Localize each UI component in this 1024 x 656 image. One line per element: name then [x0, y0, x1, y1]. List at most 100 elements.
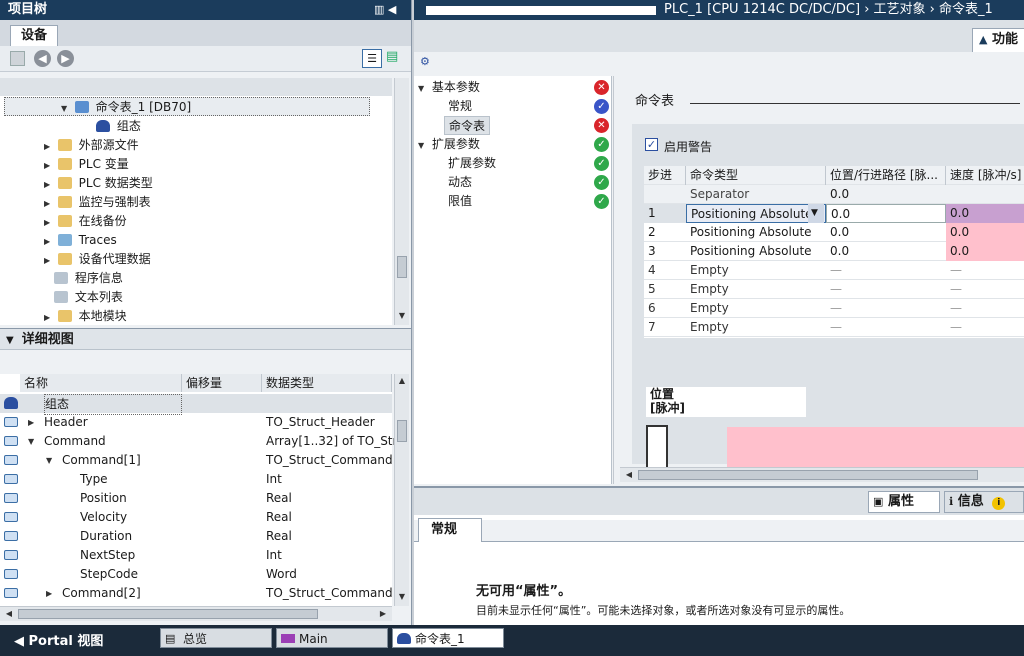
cell-velocity[interactable]: 0.0 [946, 242, 1024, 261]
scroll-up-icon[interactable]: ▲ [395, 374, 409, 388]
cell-position[interactable]: — [826, 318, 946, 337]
portal-view-button[interactable]: ◀ Portal 视图 [14, 630, 103, 649]
cell-type[interactable]: Positioning Absolute [686, 223, 826, 242]
table-row[interactable]: Type Int [0, 470, 392, 489]
detail-scrollbar[interactable]: ▲ ▼ [394, 374, 409, 606]
expand-icon[interactable]: ▶ [44, 137, 54, 156]
chevron-down-icon[interactable]: ▼ [6, 335, 14, 346]
scroll-thumb[interactable] [638, 470, 978, 480]
column-position[interactable]: 位置/行进路径 [脉... [826, 166, 946, 185]
table-row[interactable]: ▶ Command[2] TO_Struct_Command [0, 584, 393, 603]
back-icon[interactable]: ◀ [34, 50, 51, 67]
table-row[interactable]: 1 Positioning Absolute ▼ 0.0 0.0 [644, 204, 1024, 223]
expand-icon[interactable]: ▶ [44, 156, 54, 175]
table-row[interactable]: Position Real [0, 489, 392, 508]
cell-type[interactable]: Positioning Absolute [686, 242, 826, 261]
tree-item-watch-tables[interactable]: ▶ 监控与强制表 [44, 193, 151, 212]
cell-type[interactable]: Empty [686, 299, 826, 318]
cell-position[interactable]: 0.0 [826, 223, 946, 242]
expand-icon[interactable]: ▶ [44, 308, 54, 327]
nav-extended-params[interactable]: ▼ 扩展参数 [418, 135, 480, 154]
tab-devices[interactable]: 设备 [10, 25, 59, 47]
cell-velocity[interactable]: — [946, 299, 1024, 318]
tab-general[interactable]: 常规 [418, 518, 482, 542]
scroll-thumb[interactable] [18, 609, 318, 619]
cell-position[interactable]: — [826, 299, 946, 318]
forward-icon[interactable]: ▶ [57, 50, 74, 67]
column-step[interactable]: 步进 [644, 166, 686, 185]
cell-position[interactable]: 0.0 [826, 242, 946, 261]
chevron-down-icon[interactable]: ▼ [808, 204, 824, 223]
nav-general[interactable]: 常规 [448, 97, 472, 116]
cell-type[interactable]: Separator [686, 185, 826, 204]
scroll-left-icon[interactable]: ◀ [2, 607, 16, 621]
tree-scrollbar[interactable]: ▼ [394, 78, 409, 325]
tree-item-text-lists[interactable]: 文本列表 [54, 288, 123, 307]
chevron-down-icon[interactable]: ▼ [418, 136, 428, 155]
view-icon[interactable]: ⚙ [420, 55, 436, 69]
nav-scrollbar[interactable] [613, 76, 628, 484]
cell-position[interactable]: 0.0 [826, 204, 946, 223]
table-row[interactable]: 6 Empty — — [644, 299, 1024, 318]
list-view-icon[interactable]: ☰ [362, 49, 382, 68]
table-row[interactable]: 5 Empty — — [644, 280, 1024, 299]
tree-item-local-modules[interactable]: ▶ 本地模块 [44, 307, 127, 326]
scroll-down-icon[interactable]: ▼ [395, 309, 409, 323]
column-datatype[interactable]: 数据类型 [262, 374, 392, 392]
column-name[interactable]: 名称 [20, 374, 182, 392]
expand-icon[interactable]: ▼ [46, 451, 56, 470]
table-row[interactable]: ▼ Command[1] TO_Struct_Command [0, 451, 393, 470]
table-row[interactable]: 2 Positioning Absolute 0.0 0.0 [644, 223, 1024, 242]
table-row[interactable]: 7 Empty — — [644, 318, 1024, 337]
table-row[interactable]: Separator 0.0 [644, 185, 1024, 204]
table-row[interactable]: 组态 [0, 394, 392, 415]
column-command-type[interactable]: 命令类型 [686, 166, 826, 185]
scroll-thumb[interactable] [397, 256, 407, 278]
cell-position[interactable]: 0.0 [826, 185, 946, 204]
nav-command-table[interactable]: 命令表 [444, 116, 491, 135]
tree-item-online-backups[interactable]: ▶ 在线备份 [44, 212, 127, 231]
cell-position[interactable]: — [826, 261, 946, 280]
tree-item-plc-datatypes[interactable]: ▶ PLC 数据类型 [44, 174, 153, 193]
tab-info[interactable]: ℹ 信息 i [944, 491, 1024, 513]
nav-limits[interactable]: 限值 [448, 192, 472, 211]
expand-icon[interactable]: ▶ [28, 413, 38, 432]
table-row[interactable]: ▼ Command Array[1..32] of TO_Str... [0, 432, 408, 451]
expand-icon[interactable]: ▶ [44, 213, 54, 232]
taskbar-tab-main[interactable]: Main [276, 628, 388, 648]
cell-position[interactable]: — [826, 280, 946, 299]
tree-item-external-sources[interactable]: ▶ 外部源文件 [44, 136, 139, 155]
expand-icon[interactable]: ▼ [61, 99, 71, 118]
table-row[interactable]: Velocity Real [0, 508, 392, 527]
column-velocity[interactable]: 速度 [脉冲/s] [946, 166, 1024, 185]
expand-icon[interactable]: ▶ [44, 232, 54, 251]
scroll-down-icon[interactable]: ▼ [395, 590, 409, 604]
content-hscrollbar[interactable]: ◀ [620, 467, 1024, 482]
tree-item-config[interactable]: 组态 [96, 117, 141, 136]
cell-velocity[interactable]: — [946, 261, 1024, 280]
tab-properties[interactable]: ▣ 属性 [868, 491, 940, 513]
expand-icon[interactable]: ▶ [46, 584, 56, 603]
taskbar-tab-overview[interactable]: ▤ 总览 [160, 628, 272, 648]
nav-dynamics[interactable]: 动态 [448, 173, 472, 192]
cell-velocity[interactable]: — [946, 280, 1024, 299]
nav-basic-params[interactable]: ▼ 基本参数 [418, 78, 480, 97]
command-type-dropdown[interactable]: Positioning Absolute [686, 204, 826, 223]
table-row[interactable]: Duration Real [0, 527, 392, 546]
cell-velocity[interactable]: — [946, 318, 1024, 337]
overview-icon[interactable]: ▤ [386, 49, 404, 68]
chevron-down-icon[interactable]: ▼ [418, 79, 428, 98]
taskbar-tab-command-table[interactable]: 命令表_1 [392, 628, 504, 648]
expand-icon[interactable]: ▶ [44, 194, 54, 213]
scroll-right-icon[interactable]: ▶ [376, 607, 390, 621]
table-row[interactable]: 3 Positioning Absolute 0.0 0.0 [644, 242, 1024, 261]
cell-velocity[interactable]: 0.0 [946, 223, 1024, 242]
enable-warning-checkbox[interactable]: ✓ [645, 138, 658, 151]
cell-type[interactable]: Empty [686, 318, 826, 337]
tree-item-command-table[interactable]: ▼ 命令表_1 [DB70] [4, 97, 370, 116]
expand-icon[interactable]: ▼ [28, 432, 38, 451]
cell-velocity[interactable]: 0.0 [946, 204, 1024, 223]
detail-hscrollbar[interactable]: ◀ ▶ [0, 606, 392, 621]
table-row[interactable]: ▶ Header TO_Struct_Header [0, 413, 392, 432]
nav-extended-sub[interactable]: 扩展参数 [448, 154, 496, 173]
